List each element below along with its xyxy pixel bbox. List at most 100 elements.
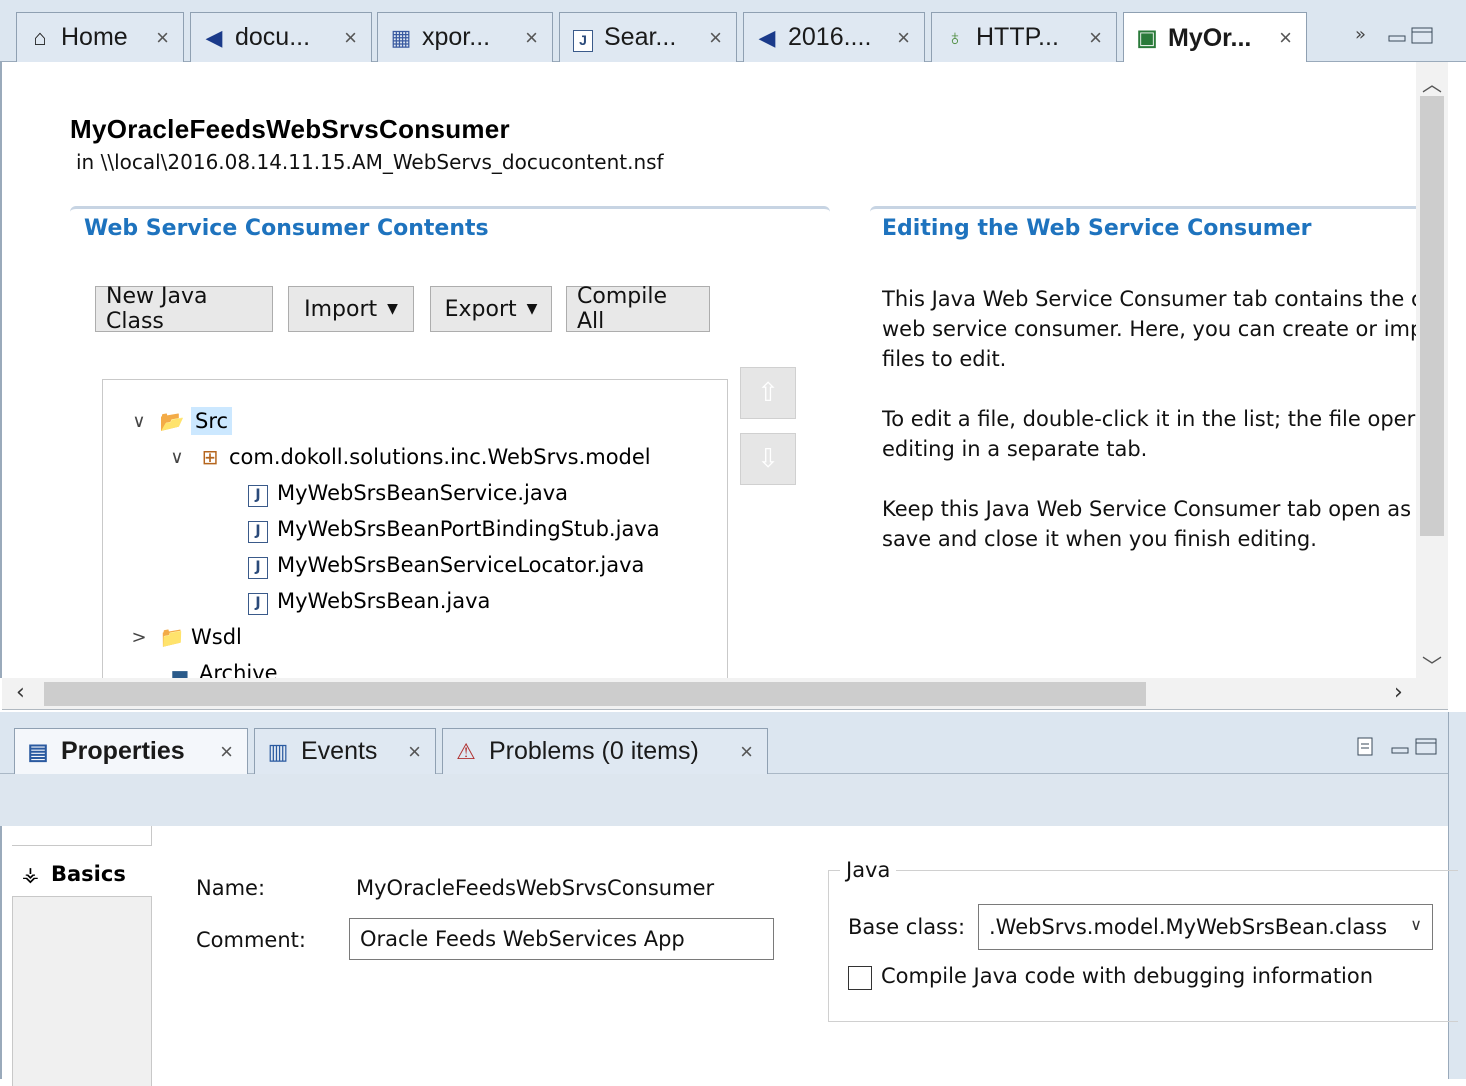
editor-tab-search[interactable]: J Sear... ×	[559, 12, 737, 62]
close-icon[interactable]: ×	[408, 739, 421, 765]
help-line: Keep this Java Web Service Consumer tab …	[882, 497, 1422, 521]
editor-tab-label: MyOr...	[1168, 23, 1252, 52]
help-line: files to edit.	[882, 347, 1007, 371]
section-divider	[870, 206, 1430, 212]
source-folder-icon: 📂	[159, 409, 185, 433]
tree-node-java-file[interactable]: J MyWebSrsBean.java	[237, 584, 490, 618]
view-tab-problems[interactable]: ⚠ Problems (0 items) ×	[442, 728, 768, 774]
scroll-left-icon[interactable]: ‹	[16, 680, 25, 705]
tree-node-java-file[interactable]: J MyWebSrsBeanServiceLocator.java	[237, 548, 644, 582]
scrollbar-thumb[interactable]	[44, 682, 1146, 706]
scrollbar-thumb[interactable]	[1420, 96, 1444, 536]
close-icon[interactable]: ×	[344, 25, 357, 51]
scroll-down-icon[interactable]: ﹀	[1422, 650, 1442, 679]
editor-tab-label: docu...	[235, 23, 311, 51]
xpage-icon: ▦	[390, 24, 412, 50]
database-path: in \\local\2016.08.14.11.15.AM_WebServs_…	[76, 150, 664, 174]
view-tab-events[interactable]: ▥ Events ×	[254, 728, 436, 774]
tree-node-wsdl[interactable]: > 📁 Wsdl	[127, 620, 241, 654]
flag-icon: ◀	[205, 24, 223, 50]
chevron-down-icon[interactable]: ∨	[1410, 915, 1422, 934]
button-label: New Java Class	[106, 284, 208, 334]
scroll-right-icon[interactable]: ›	[1394, 680, 1403, 705]
close-icon[interactable]: ×	[525, 25, 538, 51]
help-line: To edit a file, double-click it in the l…	[882, 407, 1416, 431]
base-class-select[interactable]: .WebSrvs.model.MyWebSrsBean.class ∨	[978, 904, 1433, 950]
page-title: MyOracleFeedsWebSrvsConsumer	[70, 114, 510, 144]
help-line: editing in a separate tab.	[882, 437, 1148, 461]
view-tab-properties[interactable]: ▤ Properties ×	[14, 728, 248, 774]
editor-tab-strip: ⌂ Home × ◀ docu... × ▦ xpor... × J Sear.…	[0, 0, 1466, 63]
name-value: MyOracleFeedsWebSrvsConsumer	[356, 876, 715, 900]
tree-node-label: Src	[191, 407, 233, 435]
editor-tab-myoracle[interactable]: ▣ MyOr... ×	[1123, 12, 1307, 63]
editor-tab-label: Sear...	[604, 23, 677, 51]
tab-column-top	[12, 826, 152, 846]
help-paragraph: To edit a file, double-click it in the l…	[882, 404, 1422, 464]
editor-tab-label: 2016....	[788, 23, 872, 51]
lightbulb-icon: ♁	[946, 24, 964, 50]
archive-icon: ▬	[170, 661, 190, 678]
editor-tab-label: HTTP...	[976, 23, 1059, 51]
collapse-icon[interactable]: >	[127, 627, 151, 648]
editor-tab-2016[interactable]: ◀ 2016.... ×	[743, 12, 925, 62]
editor-tab-http[interactable]: ♁ HTTP... ×	[931, 12, 1117, 62]
tree-node-package[interactable]: ∨ ⊞ com.dokoll.solutions.inc.WebSrvs.mod…	[165, 440, 650, 474]
close-icon[interactable]: ×	[156, 25, 169, 51]
help-line: This Java Web Service Consumer tab conta…	[882, 287, 1422, 311]
property-tab-column	[12, 896, 152, 1086]
tree-node-java-file[interactable]: J MyWebSrsBeanService.java	[237, 476, 568, 510]
tree-node-label: MyWebSrsBean.java	[277, 589, 491, 613]
move-up-button[interactable]: ⇧	[740, 367, 796, 419]
close-icon[interactable]: ×	[740, 739, 753, 765]
import-button[interactable]: Import ▼	[288, 286, 414, 332]
view-tab-label: Problems (0 items)	[489, 737, 699, 765]
close-icon[interactable]: ×	[1279, 25, 1292, 51]
view-tab-label: Events	[301, 737, 378, 765]
source-tree[interactable]: ∨ 📂 Src ∨ ⊞ com.dokoll.solutions.inc.Web…	[102, 379, 728, 678]
help-paragraph: Keep this Java Web Service Consumer tab …	[882, 494, 1422, 554]
expand-icon[interactable]: ∨	[165, 447, 189, 468]
close-icon[interactable]: ×	[709, 25, 722, 51]
horizontal-scrollbar[interactable]: ‹ ›	[2, 678, 1448, 710]
view-tab-label: Properties	[61, 737, 185, 765]
view-controls-icon[interactable]	[1356, 736, 1440, 758]
tabs-overflow-icon[interactable]: »	[1355, 24, 1366, 45]
editor-tab-home[interactable]: ⌂ Home ×	[16, 12, 184, 62]
export-button[interactable]: Export ▼	[430, 286, 552, 332]
properties-icon: ▤	[27, 738, 49, 764]
tree-node-src[interactable]: ∨ 📂 Src	[127, 404, 233, 438]
view-toolbar	[0, 774, 1466, 826]
close-icon[interactable]: ×	[220, 739, 233, 765]
flag-icon: ◀	[758, 24, 776, 50]
vertical-scrollbar[interactable]: ︿ ﹀	[1416, 62, 1448, 678]
scroll-up-icon[interactable]: ︿	[1422, 68, 1442, 97]
java-file-icon: J	[245, 516, 271, 543]
editing-heading: Editing the Web Service Consumer	[882, 216, 1312, 241]
name-label: Name:	[196, 876, 266, 900]
button-label: Compile All	[577, 284, 667, 334]
help-line: save and close it when you finish editin…	[882, 527, 1317, 551]
tree-node-archive[interactable]: ▬ Archive	[159, 656, 278, 678]
section-divider	[70, 206, 830, 212]
editor-tab-docu[interactable]: ◀ docu... ×	[190, 12, 372, 62]
dropdown-arrow-icon: ▼	[387, 301, 398, 317]
view-tab-strip: ▤ Properties × ▥ Events × ⚠ Problems (0 …	[0, 712, 1466, 774]
button-label: Export	[444, 296, 517, 322]
new-java-class-button[interactable]: New Java Class	[95, 284, 273, 334]
basics-tab[interactable]: ⚶ Basics	[12, 852, 152, 896]
debug-checkbox-label[interactable]: Compile Java code with debugging informa…	[881, 964, 1373, 988]
comment-input[interactable]	[349, 918, 774, 960]
minimize-maximize-icon[interactable]	[1388, 26, 1438, 46]
close-icon[interactable]: ×	[1089, 25, 1102, 51]
tree-node-java-file[interactable]: J MyWebSrsBeanPortBindingStub.java	[237, 512, 660, 546]
contents-heading: Web Service Consumer Contents	[84, 216, 489, 241]
debug-checkbox[interactable]	[848, 966, 872, 990]
tree-node-label: MyWebSrsBeanPortBindingStub.java	[277, 517, 660, 541]
close-icon[interactable]: ×	[897, 25, 910, 51]
expand-icon[interactable]: ∨	[127, 411, 151, 432]
comment-label: Comment:	[196, 928, 306, 952]
move-down-button[interactable]: ⇩	[740, 433, 796, 485]
editor-tab-xpor[interactable]: ▦ xpor... ×	[377, 12, 553, 62]
compile-all-button[interactable]: Compile All	[566, 284, 710, 334]
